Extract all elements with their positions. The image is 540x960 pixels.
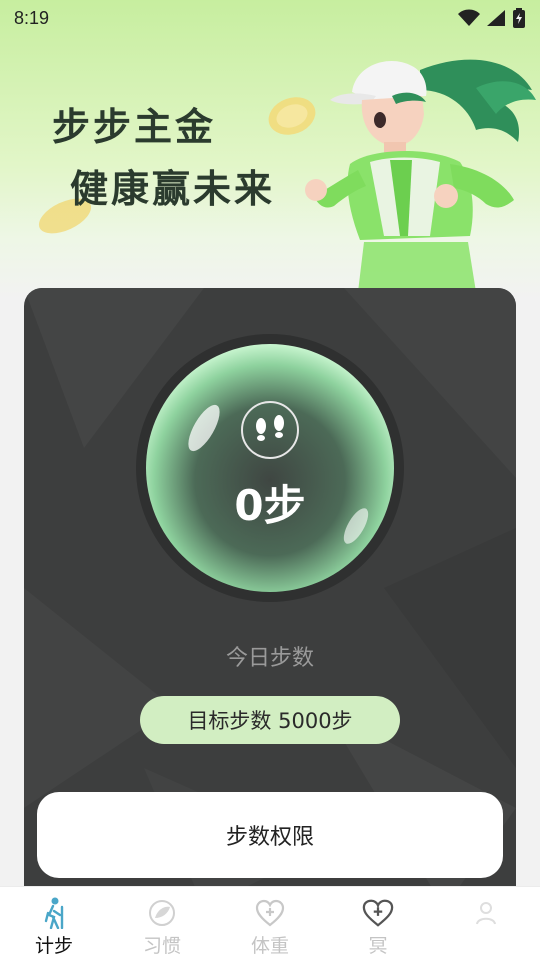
steps-count: 0步 <box>234 481 306 530</box>
status-icons <box>458 8 526 28</box>
status-bar: 8:19 <box>0 0 540 36</box>
walking-icon <box>38 897 70 929</box>
step-permission-button[interactable]: 步数权限 <box>37 792 503 878</box>
leaf-icon <box>146 897 178 929</box>
heart-plus-icon <box>362 897 394 929</box>
nav-item-meditation[interactable]: 冥 <box>324 887 432 960</box>
banner-title-line2: 健康赢未来 <box>70 167 276 211</box>
signal-icon <box>487 10 505 26</box>
runner-illustration <box>305 59 536 292</box>
nav-label: 计步 <box>34 935 73 957</box>
nav-item-weight[interactable]: 体重 <box>216 887 324 960</box>
promo-banner[interactable]: 步步主金 健康赢未来 <box>0 0 540 300</box>
step-bubble: 0步 <box>134 332 406 604</box>
status-time: 8:19 <box>14 7 50 28</box>
battery-icon <box>513 8 525 28</box>
bubble-graphic <box>136 334 404 602</box>
bottom-nav: 计步 习惯 体重 冥 <box>0 886 540 960</box>
user-icon <box>470 897 502 929</box>
nav-item-profile[interactable] <box>432 887 540 960</box>
nav-label: 体重 <box>250 935 289 957</box>
nav-item-step-counter[interactable]: 计步 <box>0 887 108 960</box>
today-steps-label: 今日步数 <box>225 646 314 671</box>
nav-label: 冥 <box>368 935 388 957</box>
nav-item-habits[interactable]: 习惯 <box>108 887 216 960</box>
heart-plus-icon <box>254 897 286 929</box>
wifi-icon <box>458 9 480 26</box>
banner-title-line1: 步步主金 <box>52 105 217 149</box>
goal-steps-badge[interactable]: 目标步数 5000步 <box>140 696 400 744</box>
nav-label: 习惯 <box>142 935 181 957</box>
screen: 步步主金 健康赢未来 8:19 0步 今日步数 目标步数 5000步 步数权限 … <box>0 0 540 960</box>
